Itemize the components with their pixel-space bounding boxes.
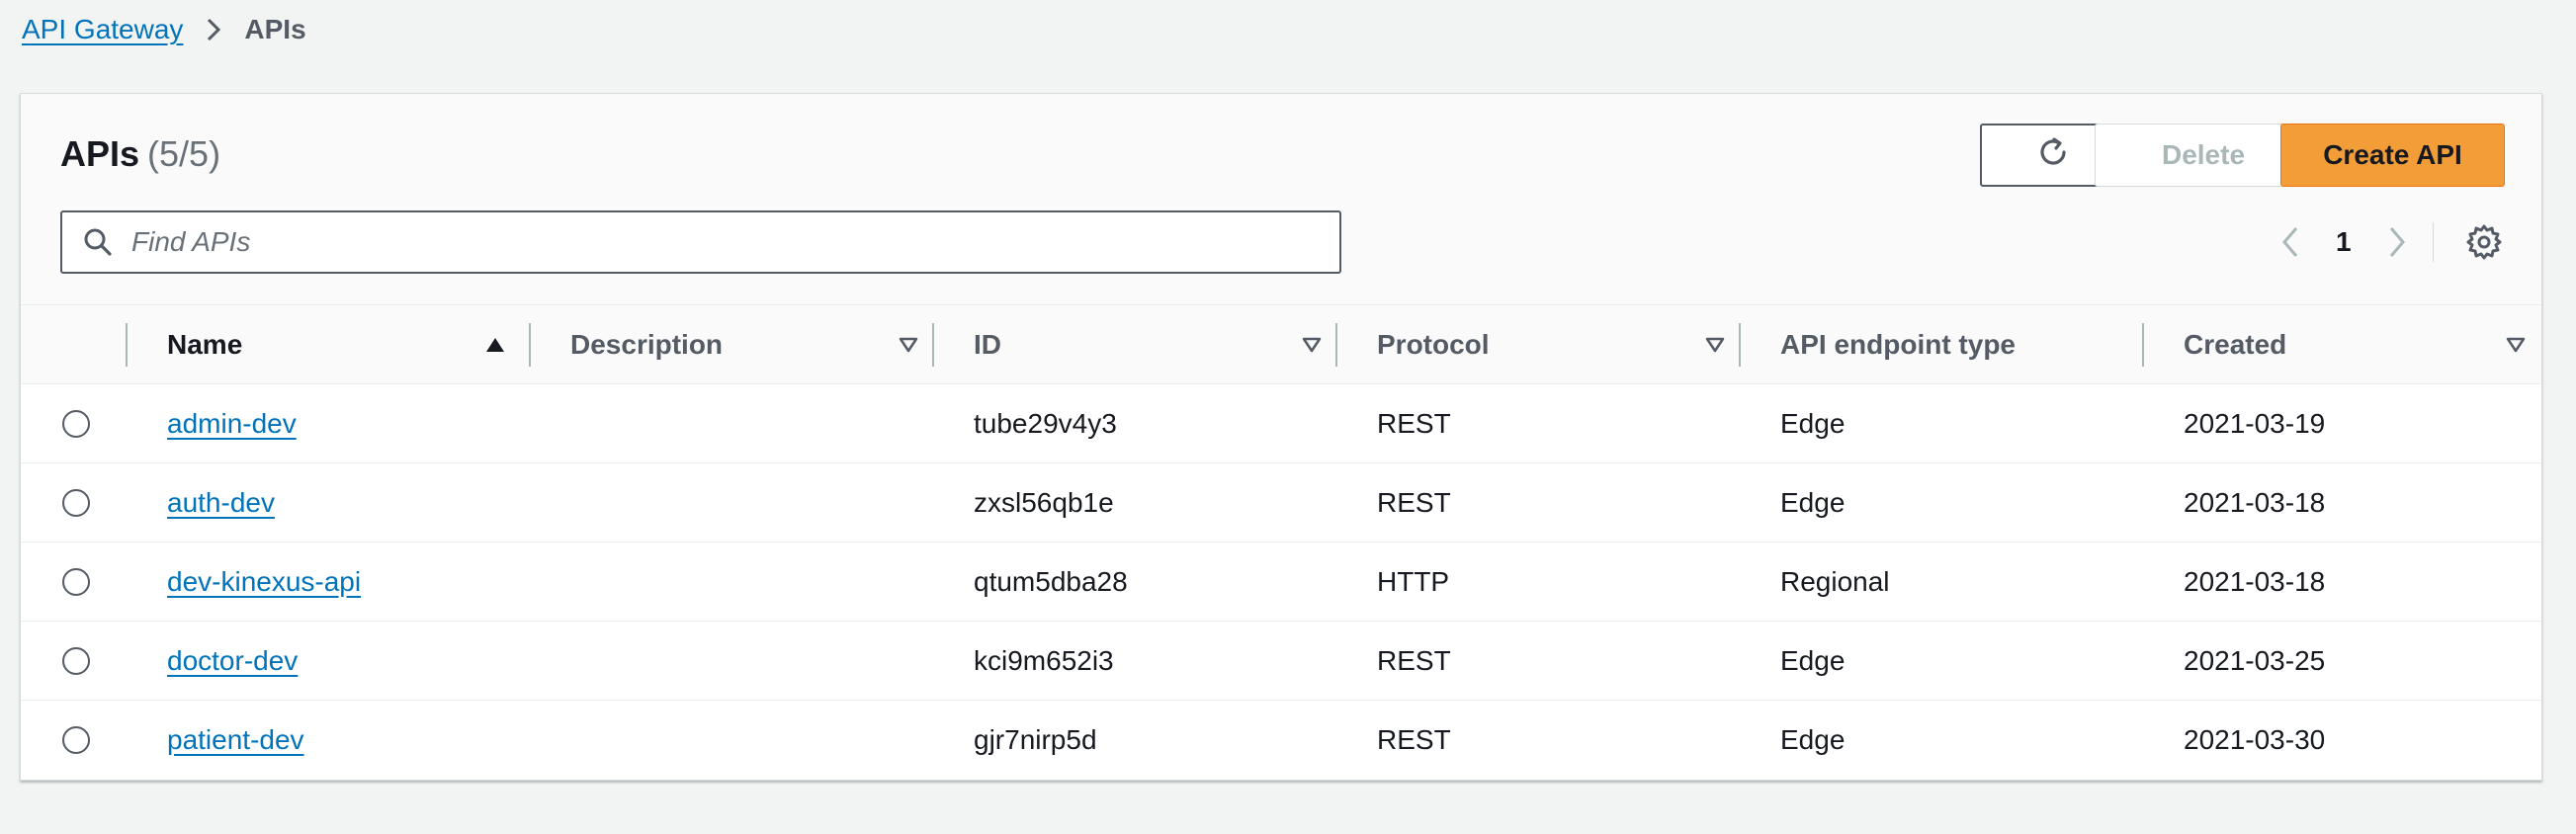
row-select-radio[interactable] [62, 489, 90, 517]
api-endpoint-type: Edge [1780, 645, 1846, 676]
api-endpoint-type: Edge [1780, 724, 1846, 755]
table-header: Name Description ID Protocol API endpoin… [21, 305, 2541, 384]
api-protocol: REST [1377, 645, 1451, 676]
column-separator[interactable] [1335, 323, 1337, 367]
table-row: dev-kinexus-api qtum5dba28 HTTP Regional… [21, 542, 2541, 622]
table-row: patient-dev gjr7nirp5d REST Edge 2021-03… [21, 701, 2541, 780]
delete-button[interactable]: Delete [2095, 124, 2312, 187]
api-created: 2021-03-18 [2184, 487, 2326, 518]
column-header-name-label: Name [167, 329, 243, 360]
column-header-endpoint-type[interactable]: API endpoint type [1780, 305, 2136, 384]
api-endpoint-type: Edge [1780, 408, 1846, 439]
row-select-radio[interactable] [62, 726, 90, 754]
pagination-divider [2432, 222, 2434, 262]
column-header-description-label: Description [570, 329, 724, 360]
api-name-link[interactable]: auth-dev [167, 487, 275, 519]
api-protocol: HTTP [1377, 566, 1450, 597]
api-name-link[interactable]: doctor-dev [167, 645, 298, 677]
api-id: tube29v4y3 [974, 408, 1117, 439]
sort-ascending-icon[interactable] [483, 329, 507, 361]
api-created: 2021-03-18 [2184, 566, 2326, 597]
api-created: 2021-03-25 [2184, 645, 2326, 676]
column-header-created-label: Created [2184, 329, 2287, 360]
sort-icon[interactable] [1703, 329, 1727, 361]
api-name-link[interactable]: patient-dev [167, 724, 304, 756]
api-created: 2021-03-19 [2184, 408, 2326, 439]
api-name-link[interactable]: dev-kinexus-api [167, 566, 361, 598]
column-header-protocol[interactable]: Protocol [1377, 305, 1733, 384]
table-row: doctor-dev kci9m652i3 REST Edge 2021-03-… [21, 622, 2541, 701]
breadcrumb-api-gateway-link[interactable]: API Gateway [22, 14, 183, 45]
column-header-id[interactable]: ID [974, 305, 1330, 384]
settings-gear-icon[interactable] [2462, 220, 2506, 264]
apis-panel: APIs (5/5) Delete Create API Find APIs 1… [20, 93, 2542, 781]
column-header-id-label: ID [974, 329, 1001, 360]
sort-icon[interactable] [897, 329, 920, 361]
row-select-radio[interactable] [62, 410, 90, 438]
apis-table: Name Description ID Protocol API endpoin… [21, 305, 2541, 780]
api-protocol: REST [1377, 408, 1451, 439]
sort-icon[interactable] [1300, 329, 1324, 361]
api-protocol: REST [1377, 487, 1451, 518]
column-separator[interactable] [932, 323, 934, 367]
api-created: 2021-03-30 [2184, 724, 2326, 755]
column-separator [126, 323, 128, 367]
column-separator[interactable] [1739, 323, 1741, 367]
table-row: auth-dev zxsl56qb1e REST Edge 2021-03-18 [21, 463, 2541, 542]
refresh-icon [2035, 134, 2071, 177]
column-separator[interactable] [2142, 323, 2144, 367]
api-id: gjr7nirp5d [974, 724, 1097, 755]
api-id: zxsl56qb1e [974, 487, 1114, 518]
api-protocol: REST [1377, 724, 1451, 755]
api-count: (5/5) [147, 133, 221, 174]
column-header-created[interactable]: Created [2184, 305, 2539, 384]
create-api-button[interactable]: Create API [2280, 124, 2505, 187]
api-id: qtum5dba28 [974, 566, 1128, 597]
api-name-link[interactable]: admin-dev [167, 408, 297, 440]
panel-header: APIs (5/5) Delete Create API Find APIs 1 [21, 94, 2541, 305]
column-separator[interactable] [529, 323, 531, 367]
previous-page-icon[interactable] [2275, 222, 2306, 262]
sort-icon[interactable] [2504, 329, 2528, 361]
column-header-protocol-label: Protocol [1377, 329, 1490, 360]
breadcrumb: API Gateway APIs [22, 10, 306, 49]
api-id: kci9m652i3 [974, 645, 1114, 676]
column-header-name[interactable]: Name [167, 305, 523, 384]
column-header-endpoint-type-label: API endpoint type [1780, 329, 2016, 360]
current-page-number[interactable]: 1 [2336, 226, 2352, 258]
next-page-icon[interactable] [2381, 222, 2413, 262]
table-row: admin-dev tube29v4y3 REST Edge 2021-03-1… [21, 384, 2541, 463]
page-title: APIs (5/5) [60, 133, 220, 175]
column-header-description[interactable]: Description [570, 305, 926, 384]
search-icon [80, 224, 116, 260]
api-endpoint-type: Edge [1780, 487, 1846, 518]
chevron-right-icon [207, 16, 224, 43]
breadcrumb-current: APIs [244, 14, 306, 44]
search-box [60, 210, 1341, 274]
search-input[interactable] [129, 225, 1316, 259]
table-body: admin-dev tube29v4y3 REST Edge 2021-03-1… [21, 384, 2541, 780]
api-endpoint-type: Regional [1780, 566, 1890, 597]
pagination: 1 [2275, 212, 2434, 272]
row-select-radio[interactable] [62, 568, 90, 596]
page-title-text: APIs [60, 133, 140, 174]
row-select-radio[interactable] [62, 647, 90, 675]
